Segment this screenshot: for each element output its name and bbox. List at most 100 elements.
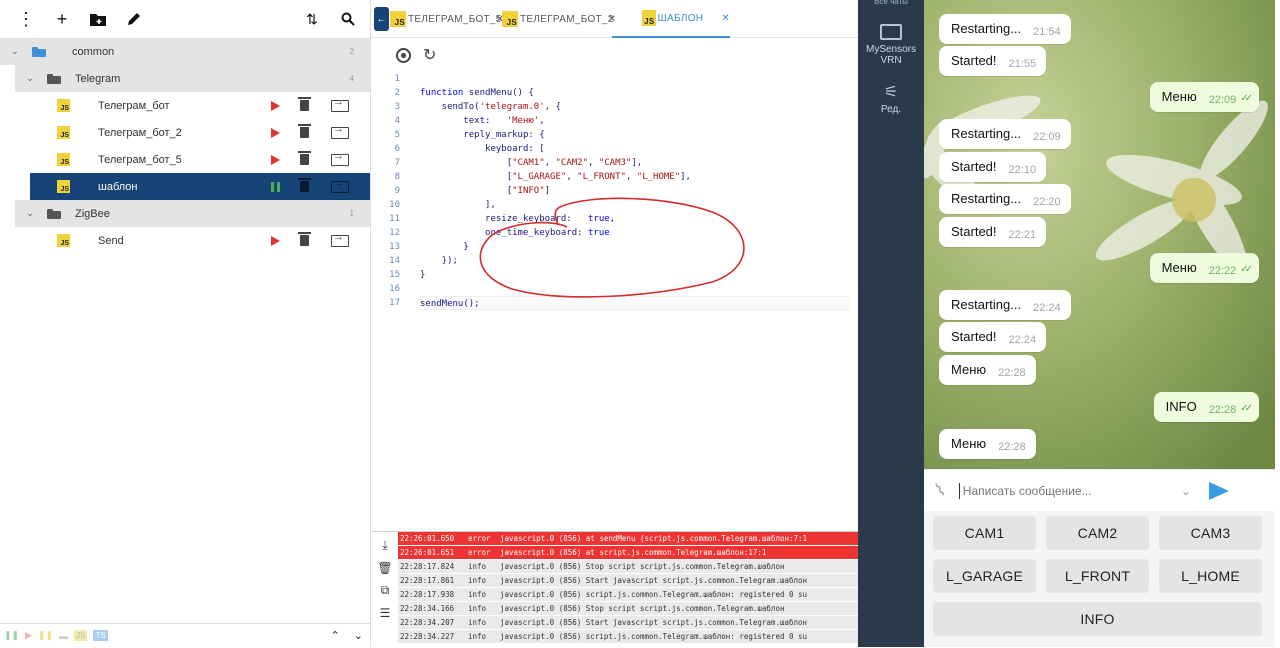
reload-icon[interactable]: ↻ [423,45,436,65]
edit-icon[interactable] [116,0,152,38]
keyboard-button[interactable]: CAM1 [933,516,1036,550]
keyboard-button[interactable]: INFO [933,602,1262,636]
pause-filter-icon[interactable]: ❚❚ [4,630,19,641]
keyboard-button[interactable]: L_GARAGE [933,559,1036,593]
folder-mysensors[interactable]: MySensors VRN [858,24,924,66]
tab-shablon[interactable]: JS ШАБЛОН ✕ [612,0,730,38]
play-icon[interactable] [271,100,280,111]
tree-script[interactable]: JS Send [0,227,370,254]
keyboard-button[interactable]: L_FRONT [1046,559,1149,593]
ts-filter[interactable]: TS [93,630,108,641]
delete-icon[interactable] [298,178,311,192]
collapse-all-icon[interactable]: ⌄ [354,629,363,642]
log-message: javascript.0 (856) Stop script script.js… [500,604,785,613]
message-time: 22:28 [998,367,1026,379]
delete-icon[interactable] [298,124,311,138]
outgoing-message[interactable]: Меню 22:22 ✓✓ [1149,253,1259,283]
keyboard-button[interactable]: CAM3 [1159,516,1262,550]
pause-icon[interactable] [271,181,280,192]
log-time: 22:28:17.861 [400,576,455,585]
incoming-message[interactable]: Меню 22:28 [939,355,1036,385]
export-icon[interactable] [331,96,349,112]
delete-icon[interactable] [298,232,311,246]
back-arrow-icon[interactable]: ← [374,7,389,31]
editor-toolbar: ↻ [372,38,858,72]
export-icon[interactable] [331,177,349,193]
bot-keyboard: CAM1 CAM2 CAM3 L_GARAGE L_FRONT L_HOME INFO [924,511,1275,647]
tree-folder[interactable]: ⌄ Telegram 4 [15,65,370,92]
copy-icon[interactable]: ⧉ [381,583,390,598]
tree-script[interactable]: JS Телеграм_бот_2 [0,119,370,146]
close-icon[interactable]: ✕ [721,13,730,24]
play-icon[interactable] [271,127,280,138]
tab-telegram-bot-2[interactable]: JS ТЕЛЕГРАМ_БОТ_2 ✕ [502,0,616,38]
tree-script[interactable]: JS Телеграм_бот_5 [0,146,370,173]
line-number: 13 [389,242,400,252]
play-filter-icon[interactable]: ▶ [25,630,32,641]
log-row: 22:28:34.227 info javascript.0 (856) scrip… [398,630,858,644]
all-chats-label[interactable]: Все чаты [858,0,924,8]
tree-folder[interactable]: ⌄ common 2 [0,38,370,65]
delete-icon[interactable] [298,97,311,111]
log-message: javascript.0 (856) Stop script script.js… [500,562,785,571]
line-number: 14 [389,256,400,266]
incoming-message[interactable]: Restarting... 21:54 [939,14,1071,44]
pause-yellow-filter-icon[interactable]: ❚❚ [38,630,53,641]
outgoing-message[interactable]: Меню 22:09 ✓✓ [1149,82,1259,112]
export-icon[interactable] [331,150,349,166]
incoming-message[interactable]: Started! 21:55 [939,46,1047,76]
scroll-down-icon[interactable]: ⤓ [382,538,387,553]
incoming-message[interactable]: Restarting... 22:24 [939,290,1071,320]
message-text: Started! [951,53,997,68]
message-input[interactable] [962,483,1173,498]
js-filter[interactable]: JS [74,630,88,641]
line-number: 8 [394,172,400,182]
chevron-down-icon[interactable]: ⌄ [23,73,37,84]
log-time: 22:28:34.166 [400,604,455,613]
log-row: 22:26:01.651 error javascript.0 (856) at s… [398,546,858,560]
tree-folder[interactable]: ⌄ ZigBee 1 [15,200,370,227]
attach-icon[interactable]: ⌇ [931,479,949,502]
log-severity: error [468,534,491,543]
js-icon: JS [57,234,70,247]
incoming-message[interactable]: Started! 22:10 [939,152,1047,182]
keyboard-button[interactable]: L_HOME [1159,559,1262,593]
folder-icon [47,208,61,219]
chevron-down-icon[interactable]: ⌄ [1181,484,1191,498]
editor-tabs: ← JS ТЕЛЕГРАМ_БОТ_5 ✕ JS ТЕЛЕГРАМ_БОТ_2 … [372,0,858,38]
send-icon[interactable] [1208,481,1229,500]
search-icon[interactable] [330,0,366,38]
tree-script[interactable]: JS шаблон [30,173,370,200]
export-icon[interactable] [331,123,349,139]
incoming-message[interactable]: Меню 22:28 [939,429,1036,459]
locate-icon[interactable] [396,47,411,63]
more-vert-icon[interactable]: ⋮ [8,0,44,38]
chevron-down-icon[interactable]: ⌄ [8,46,22,57]
sort-icon[interactable]: ⇅ [294,0,330,38]
chevron-down-icon[interactable]: ⌄ [23,208,37,219]
outgoing-message[interactable]: INFO 22:28 ✓✓ [1153,392,1259,422]
play-icon[interactable] [271,154,280,165]
incoming-message[interactable]: Restarting... 22:20 [939,184,1071,214]
tree-script[interactable]: JS Телеграм_бот [0,92,370,119]
add-icon[interactable]: + [44,0,80,38]
log-severity: info [468,590,487,599]
message-time: 22:20 [1033,196,1061,208]
dash-filter-icon[interactable]: ▬ [59,631,68,641]
play-icon[interactable] [271,235,280,246]
log-row: 22:28:17.861 info javascript.0 (856) Start… [398,574,858,588]
export-icon[interactable] [331,231,349,247]
edit-folders[interactable]: ⚟ Ред. [858,82,924,115]
script-label: Телеграм_бот_5 [98,153,182,166]
incoming-message[interactable]: Started! 22:21 [939,217,1047,247]
expand-all-icon[interactable]: ⌃ [331,629,340,642]
add-folder-icon[interactable] [80,0,116,38]
incoming-message[interactable]: Restarting... 22:09 [939,119,1071,149]
log-time: 22:28:34.207 [400,618,455,627]
log-list-icon[interactable]: ☰ [380,606,391,620]
tab-telegram-bot-5[interactable]: JS ТЕЛЕГРАМ_БОТ_5 ✕ [390,0,504,38]
delete-icon[interactable]: 🗑 [377,561,392,575]
delete-icon[interactable] [298,151,311,165]
keyboard-button[interactable]: CAM2 [1046,516,1149,550]
incoming-message[interactable]: Started! 22:24 [939,322,1047,352]
